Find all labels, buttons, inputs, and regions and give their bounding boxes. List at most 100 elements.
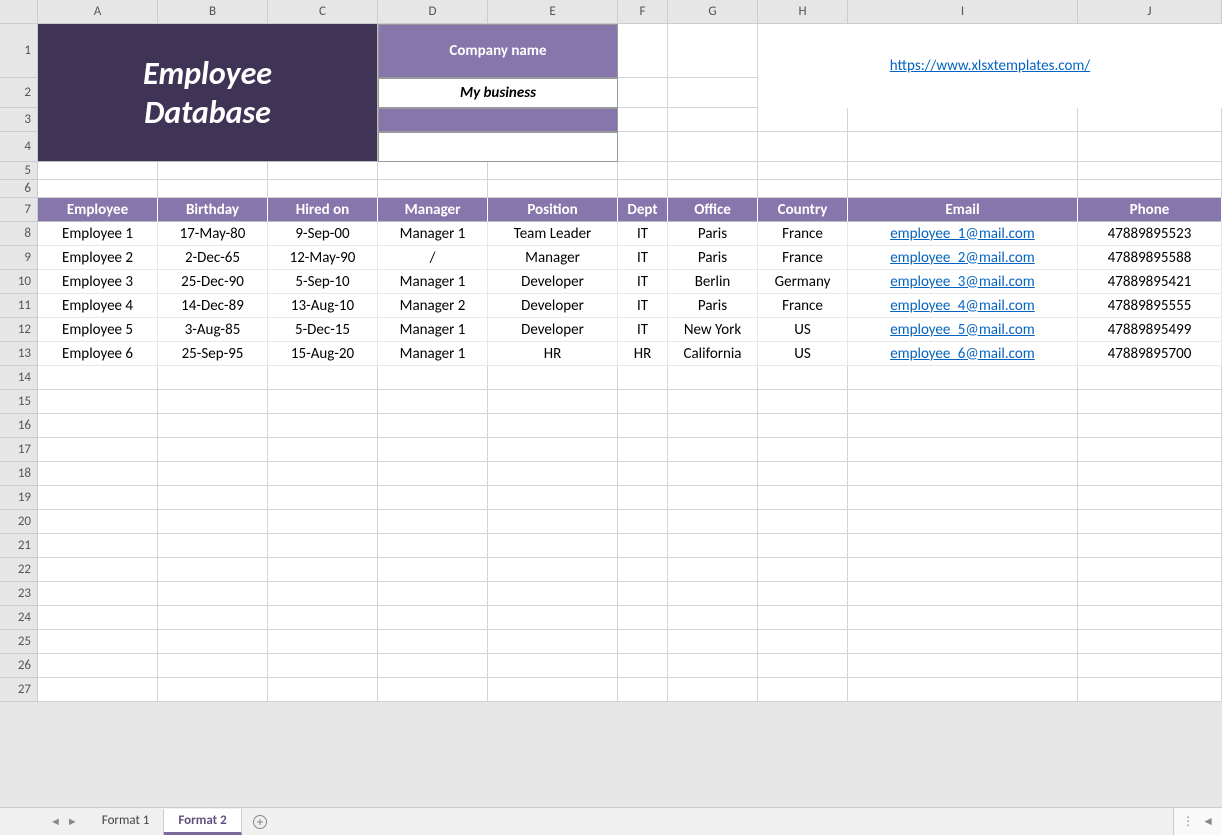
cell[interactable] — [1078, 678, 1222, 702]
cell[interactable] — [488, 180, 618, 198]
cell[interactable] — [158, 162, 268, 180]
cell-position[interactable]: Developer — [488, 270, 618, 294]
cell-hired[interactable]: 15-Aug-20 — [268, 342, 378, 366]
cell[interactable] — [378, 180, 488, 198]
cell[interactable] — [848, 462, 1078, 486]
row-header-12[interactable]: 12 — [0, 318, 38, 342]
cell[interactable] — [378, 582, 488, 606]
cell[interactable] — [378, 438, 488, 462]
cell[interactable] — [378, 390, 488, 414]
cell-manager[interactable]: Manager 1 — [378, 342, 488, 366]
table-header-country[interactable]: Country — [758, 198, 848, 222]
cell[interactable] — [268, 438, 378, 462]
cell[interactable] — [378, 510, 488, 534]
cell[interactable] — [38, 510, 158, 534]
cell[interactable] — [618, 78, 668, 108]
cell[interactable] — [158, 654, 268, 678]
row-header-16[interactable]: 16 — [0, 414, 38, 438]
cell[interactable] — [1078, 510, 1222, 534]
table-header-birthday[interactable]: Birthday — [158, 198, 268, 222]
cell-position[interactable]: Developer — [488, 294, 618, 318]
cell[interactable] — [38, 606, 158, 630]
cell-manager[interactable]: / — [378, 246, 488, 270]
cell[interactable] — [158, 414, 268, 438]
cell[interactable] — [848, 510, 1078, 534]
column-header-C[interactable]: C — [268, 0, 378, 24]
cell[interactable] — [848, 582, 1078, 606]
cell[interactable] — [618, 606, 668, 630]
cell[interactable] — [378, 462, 488, 486]
cell[interactable] — [268, 582, 378, 606]
cell[interactable] — [38, 438, 158, 462]
cell-manager[interactable]: Manager 1 — [378, 222, 488, 246]
cell[interactable] — [1078, 582, 1222, 606]
row-header-1[interactable]: 1 — [0, 24, 38, 78]
cell[interactable] — [848, 606, 1078, 630]
column-header-B[interactable]: B — [158, 0, 268, 24]
row-header-13[interactable]: 13 — [0, 342, 38, 366]
row-header-19[interactable]: 19 — [0, 486, 38, 510]
horizontal-scroll[interactable]: ⋮◄ — [1173, 807, 1222, 835]
row-header-18[interactable]: 18 — [0, 462, 38, 486]
cell-dept[interactable]: HR — [618, 342, 668, 366]
cell[interactable] — [488, 654, 618, 678]
cell[interactable] — [758, 390, 848, 414]
cell[interactable] — [158, 438, 268, 462]
cell[interactable] — [158, 510, 268, 534]
column-header-A[interactable]: A — [38, 0, 158, 24]
cell[interactable] — [618, 510, 668, 534]
cell-country[interactable]: US — [758, 318, 848, 342]
cell[interactable] — [378, 534, 488, 558]
cell[interactable] — [268, 558, 378, 582]
cell[interactable] — [618, 414, 668, 438]
cell[interactable] — [158, 582, 268, 606]
cell-email[interactable]: employee_2@mail.com — [848, 246, 1078, 270]
cell[interactable] — [158, 558, 268, 582]
cell[interactable] — [1078, 486, 1222, 510]
cell[interactable] — [758, 486, 848, 510]
cell-office[interactable]: Paris — [668, 294, 758, 318]
row-header-3[interactable]: 3 — [0, 108, 38, 132]
cell-manager[interactable]: Manager 1 — [378, 318, 488, 342]
cell[interactable] — [158, 180, 268, 198]
cell[interactable] — [668, 24, 758, 78]
cell[interactable] — [378, 366, 488, 390]
cell[interactable] — [618, 438, 668, 462]
column-header-G[interactable]: G — [668, 0, 758, 24]
row-header-25[interactable]: 25 — [0, 630, 38, 654]
cell[interactable] — [668, 108, 758, 132]
cell[interactable] — [488, 162, 618, 180]
cell-position[interactable]: Manager — [488, 246, 618, 270]
cell-position[interactable]: Team Leader — [488, 222, 618, 246]
cell-email[interactable]: employee_4@mail.com — [848, 294, 1078, 318]
cell-email[interactable]: employee_1@mail.com — [848, 222, 1078, 246]
cell-phone[interactable]: 47889895499 — [1078, 318, 1222, 342]
cell-position[interactable]: HR — [488, 342, 618, 366]
cell[interactable] — [758, 534, 848, 558]
company-name-value[interactable]: My business — [378, 78, 618, 108]
cell-hired[interactable]: 9-Sep-00 — [268, 222, 378, 246]
cell-position[interactable]: Developer — [488, 318, 618, 342]
column-header-J[interactable]: J — [1078, 0, 1222, 24]
cell[interactable] — [618, 486, 668, 510]
cell-country[interactable]: Germany — [758, 270, 848, 294]
cell[interactable] — [1078, 366, 1222, 390]
cell[interactable] — [1078, 534, 1222, 558]
cell-birthday[interactable]: 14-Dec-89 — [158, 294, 268, 318]
cell[interactable] — [668, 582, 758, 606]
cell-hired[interactable]: 5-Dec-15 — [268, 318, 378, 342]
table-header-position[interactable]: Position — [488, 198, 618, 222]
cell[interactable] — [618, 534, 668, 558]
cell[interactable] — [38, 486, 158, 510]
table-header-employee[interactable]: Employee — [38, 198, 158, 222]
column-header-I[interactable]: I — [848, 0, 1078, 24]
sheet-tab-format-1[interactable]: Format 1 — [88, 809, 165, 835]
cell[interactable] — [618, 654, 668, 678]
cell[interactable] — [268, 678, 378, 702]
row-header-2[interactable]: 2 — [0, 78, 38, 108]
cell[interactable] — [268, 390, 378, 414]
cell[interactable] — [668, 654, 758, 678]
cell-country[interactable]: France — [758, 222, 848, 246]
tab-nav-arrows[interactable]: ◄► — [40, 815, 88, 828]
cell[interactable] — [618, 462, 668, 486]
